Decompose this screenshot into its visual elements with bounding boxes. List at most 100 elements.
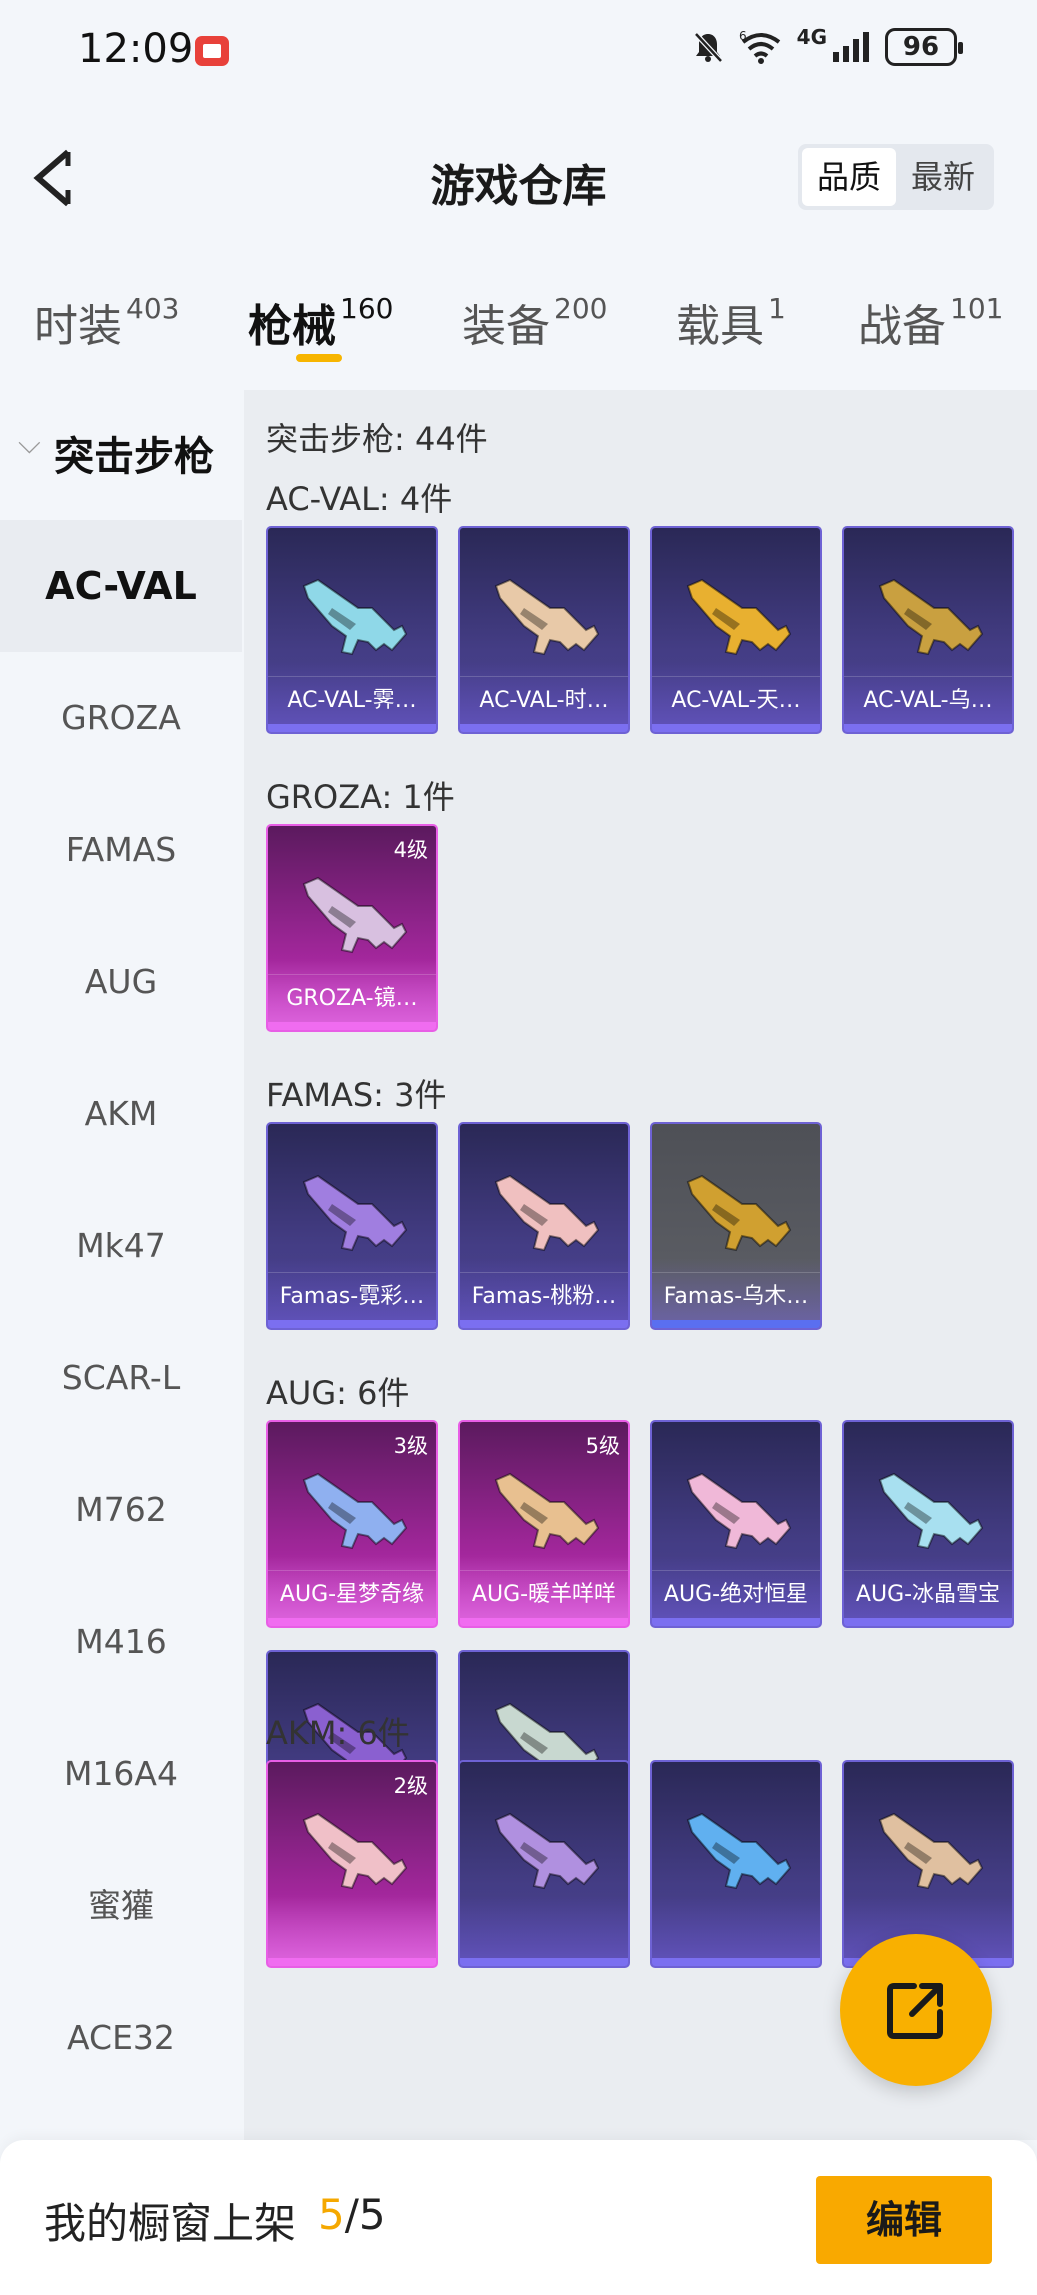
gun-skin-icon xyxy=(302,876,408,954)
section-heading: AC-VAL: 4件 xyxy=(266,480,453,518)
skin-card[interactable]: 3级 AUG-星梦奇缘 xyxy=(266,1420,438,1628)
rarity-bar xyxy=(460,1958,628,1966)
mute-bell-icon xyxy=(693,32,723,63)
tab-label: 枪械 xyxy=(248,301,336,352)
share-button[interactable] xyxy=(840,1934,992,2086)
skin-card[interactable]: Famas-霓彩… xyxy=(266,1122,438,1330)
tab-count: 160 xyxy=(340,292,394,325)
showcase-count: 5/5 xyxy=(318,2190,386,2239)
section-heading: GROZA: 1件 xyxy=(266,778,455,816)
skin-name: Famas-霓彩… xyxy=(268,1272,436,1320)
sidebar-group-label: 突击步枪 xyxy=(54,434,214,480)
inventory-content: 突击步枪: 44件 AC-VAL: 4件 AC-VAL-霁… AC-VAL-时… AC… xyxy=(244,390,1037,2140)
skin-card[interactable]: AUG-冰晶雪宝 xyxy=(842,1420,1014,1628)
gun-skin-icon xyxy=(302,1174,408,1252)
tab-firearms[interactable]: 枪械 160 xyxy=(248,290,393,354)
sidebar-item-honey-badger[interactable]: 蜜獾 xyxy=(0,1840,242,1972)
network-label: 4G xyxy=(796,25,827,49)
sidebar-item-m16a4[interactable]: M16A4 xyxy=(0,1708,242,1840)
card-glow xyxy=(652,1896,820,1966)
tab-vehicles[interactable]: 载具 1 xyxy=(676,290,786,354)
sidebar-item-famas[interactable]: FAMAS xyxy=(0,784,242,916)
gun-skin-icon xyxy=(878,1472,984,1550)
skin-name: Famas-桃粉… xyxy=(460,1272,628,1320)
skin-level: 2级 xyxy=(393,1774,428,1798)
tab-tactical[interactable]: 战备 101 xyxy=(858,290,1003,354)
rarity-bar xyxy=(460,1618,628,1626)
rarity-bar xyxy=(268,1320,436,1328)
tab-count: 101 xyxy=(950,292,1004,325)
tab-count: 403 xyxy=(126,292,180,325)
category-summary: 突击步枪: 44件 xyxy=(266,420,488,458)
gun-skin-icon xyxy=(494,1472,600,1550)
gun-skin-icon xyxy=(494,1174,600,1252)
skin-card[interactable] xyxy=(458,1760,630,1968)
skin-card[interactable]: AUG-绝对恒星 xyxy=(650,1420,822,1628)
sidebar-group-assault-rifle[interactable]: ⌵ 突击步枪 xyxy=(0,420,242,480)
showcase-label: 我的橱窗上架 xyxy=(44,2199,297,2248)
sidebar-item-akm[interactable]: AKM xyxy=(0,1048,242,1180)
section-heading: FAMAS: 3件 xyxy=(266,1076,447,1114)
status-icons: 6 4G 96 xyxy=(691,25,963,66)
app-header: 游戏仓库 品质 最新 xyxy=(0,130,1037,230)
sidebar-item-groza[interactable]: GROZA xyxy=(0,652,242,784)
skin-level: 4级 xyxy=(393,838,428,862)
sidebar-item-m762[interactable]: M762 xyxy=(0,1444,242,1576)
gun-skin-icon xyxy=(878,578,984,656)
gun-skin-icon xyxy=(302,578,408,656)
sort-newest-button[interactable]: 最新 xyxy=(896,148,990,206)
skin-name: AC-VAL-时… xyxy=(460,676,628,724)
gun-skin-icon xyxy=(686,578,792,656)
sidebar-item-m416[interactable]: M416 xyxy=(0,1576,242,1708)
rarity-bar xyxy=(652,1618,820,1626)
skin-card[interactable]: AC-VAL-天… xyxy=(650,526,822,734)
rarity-bar xyxy=(268,1022,436,1030)
signal-icon xyxy=(833,32,869,62)
skin-card[interactable]: Famas-桃粉… xyxy=(458,1122,630,1330)
weapon-type-sidebar: ⌵ 突击步枪 AC-VAL GROZA FAMAS AUG AKM Mk47 S… xyxy=(0,390,242,2140)
sidebar-item-ace32[interactable]: ACE32 xyxy=(0,1972,242,2104)
tab-costume[interactable]: 时装 403 xyxy=(34,290,179,354)
tab-label: 载具 xyxy=(676,301,764,352)
skin-card[interactable]: 4级 GROZA-镜… xyxy=(266,824,438,1032)
share-icon xyxy=(887,1983,943,2039)
skin-card[interactable]: AC-VAL-乌… xyxy=(842,526,1014,734)
status-time: 12:09 xyxy=(78,26,194,72)
skin-card[interactable] xyxy=(650,1760,822,1968)
rarity-bar xyxy=(652,724,820,732)
tab-equipment[interactable]: 装备 200 xyxy=(462,290,607,354)
sort-toggle: 品质 最新 xyxy=(798,144,994,210)
category-tabs: 时装 403 枪械 160 装备 200 载具 1 战备 101 xyxy=(0,280,1037,380)
skin-level: 5级 xyxy=(585,1434,620,1458)
edit-button[interactable]: 编辑 xyxy=(816,2176,992,2264)
sidebar-item-mk47[interactable]: Mk47 xyxy=(0,1180,242,1312)
tab-label: 时装 xyxy=(34,301,122,352)
skin-card[interactable]: 2级 xyxy=(266,1760,438,1968)
skin-name: Famas-乌木… xyxy=(652,1272,820,1320)
skin-card[interactable]: Famas-乌木… xyxy=(650,1122,822,1330)
skin-name: AC-VAL-天… xyxy=(652,676,820,724)
skin-card[interactable]: 5级 AUG-暖羊咩咩 xyxy=(458,1420,630,1628)
showcase-bar: 我的橱窗上架 5/5 编辑 xyxy=(0,2140,1037,2295)
battery-indicator: 96 xyxy=(885,28,963,66)
skin-name: AUG-绝对恒星 xyxy=(652,1570,820,1618)
skin-name: AUG-星梦奇缘 xyxy=(268,1570,436,1618)
skin-level: 3级 xyxy=(393,1434,428,1458)
sidebar-item-aug[interactable]: AUG xyxy=(0,916,242,1048)
tab-count: 200 xyxy=(554,292,608,325)
gun-skin-icon xyxy=(686,1174,792,1252)
sidebar-item-ac-val[interactable]: AC-VAL xyxy=(0,520,242,652)
skin-card[interactable]: AC-VAL-时… xyxy=(458,526,630,734)
skin-name: AUG-冰晶雪宝 xyxy=(844,1570,1012,1618)
gun-skin-icon xyxy=(686,1472,792,1550)
active-tab-indicator xyxy=(296,354,342,362)
skin-card[interactable]: AC-VAL-霁… xyxy=(266,526,438,734)
showcase-total: /5 xyxy=(344,2190,386,2239)
showcase-current: 5 xyxy=(318,2190,345,2239)
rarity-bar xyxy=(844,1618,1012,1626)
sort-quality-button[interactable]: 品质 xyxy=(802,148,896,206)
sidebar-item-scar-l[interactable]: SCAR-L xyxy=(0,1312,242,1444)
rarity-bar xyxy=(268,1958,436,1966)
section-heading: AKM: 6件 xyxy=(266,1714,410,1752)
card-glow xyxy=(460,1896,628,1966)
